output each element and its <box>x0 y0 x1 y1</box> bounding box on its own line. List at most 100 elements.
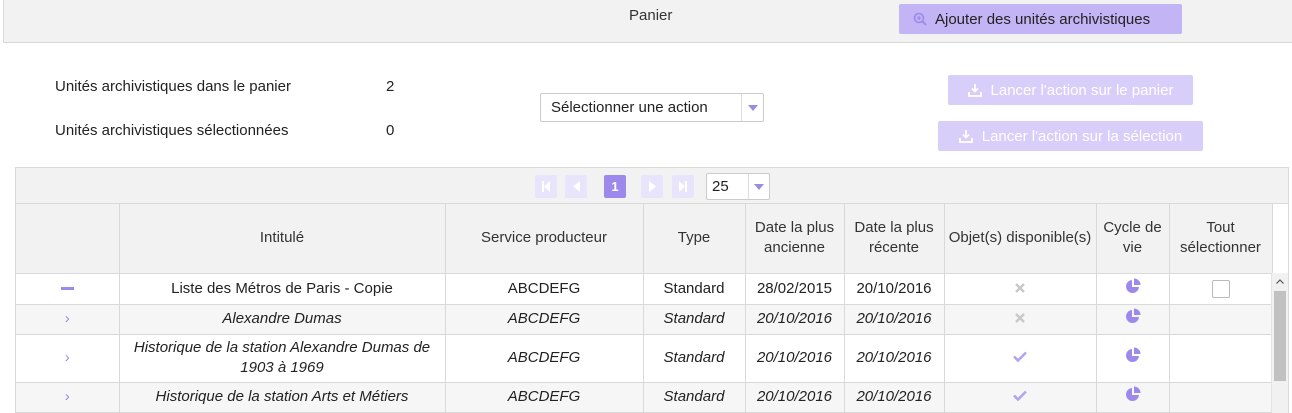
cart-count-value: 2 <box>386 78 395 95</box>
cell-producer: ABCDEFG <box>445 382 644 413</box>
page-number-current[interactable]: 1 <box>604 175 626 198</box>
first-page-button[interactable] <box>535 175 557 198</box>
cart-count-label: Unités archivistiques dans le panier <box>55 78 291 95</box>
expand-toggle[interactable]: › <box>16 334 120 383</box>
cart-header-bar: Panier Ajouter des unités archivistiques <box>3 0 1292 43</box>
table-header-row: Intitulé Service producteur Type Date la… <box>16 204 1273 274</box>
cell-date-oldest: 20/10/2016 <box>745 334 845 383</box>
cell-type: Standard <box>643 304 746 335</box>
chevron-up-icon <box>1276 278 1284 284</box>
cell-lifecycle[interactable] <box>1096 273 1170 305</box>
previous-page-button[interactable] <box>565 175 587 198</box>
row-checkbox[interactable] <box>1211 279 1230 298</box>
column-header-objects-available: Objet(s) disponible(s) <box>944 204 1097 274</box>
run-action-on-cart-button[interactable]: Lancer l'action sur le panier <box>948 75 1193 105</box>
chevron-right-icon: › <box>64 388 70 405</box>
download-icon <box>967 84 982 97</box>
table-row[interactable]: Liste des Métros de Paris - Copie ABCDEF… <box>16 273 1273 305</box>
expand-toggle[interactable]: › <box>16 304 120 335</box>
next-page-button[interactable] <box>641 175 663 198</box>
pie-chart-icon <box>1125 308 1140 323</box>
cell-date-oldest: 20/10/2016 <box>745 382 845 413</box>
chevron-down-icon[interactable] <box>748 174 769 199</box>
add-archive-units-button[interactable]: Ajouter des unités archivistiques <box>899 4 1182 34</box>
column-header-producer[interactable]: Service producteur <box>445 204 644 274</box>
minus-icon <box>60 287 74 291</box>
last-page-icon <box>679 181 687 192</box>
cell-date-newest: 20/10/2016 <box>844 273 945 305</box>
cross-icon <box>1015 282 1025 293</box>
check-icon <box>1013 390 1027 402</box>
column-header-title[interactable]: Intitulé <box>119 204 446 274</box>
cell-producer: ABCDEFG <box>445 334 644 383</box>
cell-objects <box>944 273 1097 305</box>
cell-select <box>1169 304 1273 335</box>
collapse-toggle[interactable] <box>16 273 120 305</box>
cell-select <box>1169 334 1273 383</box>
run-action-on-cart-label: Lancer l'action sur le panier <box>990 81 1174 99</box>
selected-count-value: 0 <box>386 122 395 139</box>
table-row[interactable]: › Alexandre Dumas ABCDEFG Standard 20/10… <box>16 304 1273 335</box>
cell-type: Standard <box>643 273 746 305</box>
cell-date-oldest: 20/10/2016 <box>745 304 845 335</box>
cell-objects <box>944 382 1097 413</box>
scroll-thumb[interactable] <box>1274 291 1286 381</box>
page-size-value: 25 <box>712 178 729 195</box>
table-row[interactable]: › Historique de la station Alexandre Dum… <box>16 334 1273 383</box>
cell-date-newest: 20/10/2016 <box>844 382 945 413</box>
cell-lifecycle[interactable] <box>1096 304 1170 335</box>
cross-icon <box>1015 313 1025 323</box>
check-icon <box>1013 351 1027 363</box>
table-row[interactable]: › Historique de la station Arts et Métie… <box>16 382 1273 413</box>
results-grid: 1 25 Intitulé Service producteur Type Da… <box>15 167 1289 413</box>
cell-title: Historique de la station Alexandre Dumas… <box>119 334 446 383</box>
cell-producer: ABCDEFG <box>445 273 644 305</box>
download-icon <box>958 130 973 143</box>
next-page-icon <box>648 181 656 192</box>
cell-title: Alexandre Dumas <box>119 304 446 335</box>
pie-chart-icon <box>1125 386 1140 401</box>
archive-units-table: Intitulé Service producteur Type Date la… <box>16 204 1273 413</box>
selected-count-label: Unités archivistiques sélectionnées <box>55 122 289 139</box>
cell-type: Standard <box>643 334 746 383</box>
table-scrollbar[interactable] <box>1271 273 1288 413</box>
cell-date-newest: 20/10/2016 <box>844 304 945 335</box>
cell-date-oldest: 28/02/2015 <box>745 273 845 305</box>
column-header-date-oldest[interactable]: Date la plus ancienne <box>745 204 845 274</box>
pie-chart-icon <box>1125 347 1140 362</box>
column-header-expand <box>16 204 120 274</box>
previous-page-icon <box>572 181 580 192</box>
first-page-icon <box>542 181 550 192</box>
cell-select <box>1169 382 1273 413</box>
column-header-date-newest[interactable]: Date la plus récente <box>844 204 945 274</box>
run-action-on-selection-button[interactable]: Lancer l'action sur la sélection <box>938 121 1203 151</box>
page-size-select[interactable]: 25 <box>706 173 770 200</box>
cell-title: Historique de la station Arts et Métiers <box>119 382 446 413</box>
pie-chart-icon <box>1125 278 1140 293</box>
action-select[interactable]: Sélectionner une action <box>540 93 764 122</box>
add-archive-units-label: Ajouter des unités archivistiques <box>935 10 1151 28</box>
cell-producer: ABCDEFG <box>445 304 644 335</box>
cell-title: Liste des Métros de Paris - Copie <box>119 273 446 305</box>
chevron-right-icon: › <box>64 310 70 327</box>
chevron-down-icon[interactable] <box>741 94 763 121</box>
column-header-select-all[interactable]: Tout sélectionner <box>1169 204 1273 274</box>
cell-type: Standard <box>643 382 746 413</box>
last-page-button[interactable] <box>672 175 694 198</box>
page-title: Panier <box>629 7 673 24</box>
pagination-bar: 1 25 <box>16 168 1288 204</box>
cell-objects <box>944 334 1097 383</box>
run-action-on-selection-label: Lancer l'action sur la sélection <box>981 127 1183 145</box>
expand-toggle[interactable]: › <box>16 382 120 413</box>
cell-lifecycle[interactable] <box>1096 334 1170 383</box>
cell-lifecycle[interactable] <box>1096 382 1170 413</box>
search-plus-icon <box>913 12 927 26</box>
action-select-value: Sélectionner une action <box>551 99 708 116</box>
chevron-right-icon: › <box>64 349 70 366</box>
cell-objects <box>944 304 1097 335</box>
cell-date-newest: 20/10/2016 <box>844 334 945 383</box>
cell-select[interactable] <box>1169 273 1273 305</box>
column-header-lifecycle: Cycle de vie <box>1096 204 1170 274</box>
scroll-up-arrow[interactable] <box>1272 273 1288 289</box>
column-header-type[interactable]: Type <box>643 204 746 274</box>
